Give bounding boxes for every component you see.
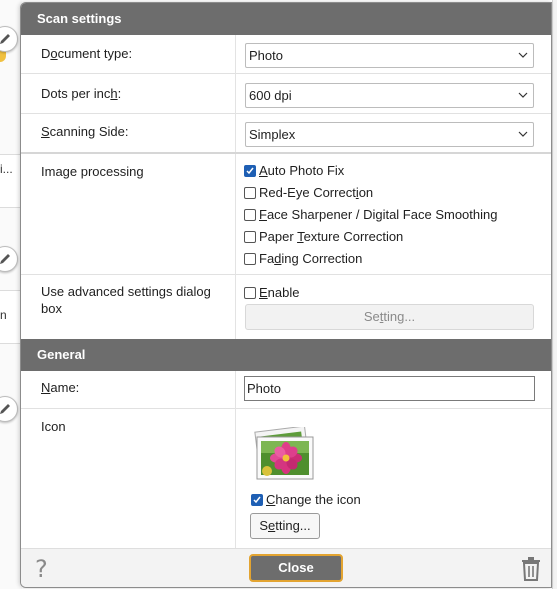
dots-per-inch-value: 600 dpi (249, 88, 292, 103)
scanning-side-label: Scanning Side: (41, 124, 129, 139)
background-pencil-icon[interactable] (0, 396, 18, 422)
document-type-row: Document type: Photo (21, 35, 551, 74)
photo-preview-icon (254, 427, 314, 480)
red-eye-correction-label: Red-Eye Correction (259, 185, 374, 200)
enable-label: Enable (259, 285, 300, 300)
auto-photo-fix-label: Auto Photo Fix (259, 163, 345, 178)
name-label: Name: (41, 380, 80, 395)
dots-per-inch-row: Dots per inch: 600 dpi (21, 74, 551, 114)
dialog-footer: ? Close (21, 548, 551, 587)
scanning-side-value: Simplex (249, 127, 296, 142)
image-processing-row: Image processing Auto Photo Fix Red-Eye … (21, 154, 551, 275)
scan-settings-dialog: Scan settings Document type: Photo Dots … (20, 2, 552, 588)
advanced-setting-button[interactable]: Setting... (245, 304, 534, 330)
scan-settings-header: Scan settings (21, 3, 551, 35)
checkbox-unchecked-icon (244, 253, 256, 265)
fading-correction-label: Fading Correction (259, 251, 363, 266)
general-header: General (21, 339, 551, 371)
scanning-side-select[interactable]: Simplex (245, 122, 534, 147)
document-type-label: Document type: (41, 46, 133, 61)
close-button[interactable]: Close (249, 554, 343, 582)
chevron-down-icon (518, 92, 528, 98)
dots-per-inch-select[interactable]: 600 dpi (245, 83, 534, 108)
background-window-edge (552, 0, 557, 589)
help-icon[interactable]: ? (35, 555, 48, 583)
checkbox-checked-icon (251, 494, 263, 506)
background-text-snippet: n (0, 308, 7, 322)
image-processing-label: Image processing (41, 164, 144, 179)
checkbox-unchecked-icon (244, 287, 256, 299)
checkbox-unchecked-icon (244, 231, 256, 243)
change-icon-label: Change the icon (266, 492, 361, 507)
advanced-settings-label: Use advanced settings dialog box (41, 284, 211, 316)
background-pencil-icon[interactable] (0, 26, 18, 52)
dots-per-inch-label: Dots per inch: (41, 86, 122, 101)
checkbox-unchecked-icon (244, 209, 256, 221)
name-value: Photo (247, 381, 281, 396)
checkbox-checked-icon (244, 165, 256, 177)
chevron-down-icon (518, 131, 528, 137)
face-sharpener-label: Face Sharpener / Digital Face Smoothing (259, 207, 498, 222)
document-type-select[interactable]: Photo (245, 43, 534, 68)
background-window: i... n (0, 0, 22, 589)
name-input[interactable]: Photo (244, 376, 535, 401)
checkbox-unchecked-icon (244, 187, 256, 199)
paper-texture-correction-label: Paper Texture Correction (259, 229, 404, 244)
chevron-down-icon (518, 52, 528, 58)
icon-setting-button[interactable]: Setting... (250, 513, 320, 539)
trash-icon[interactable] (521, 557, 541, 581)
background-pencil-icon[interactable] (0, 246, 18, 272)
scanning-side-row: Scanning Side: Simplex (21, 114, 551, 154)
background-text-snippet: i... (0, 162, 13, 176)
document-type-value: Photo (249, 48, 283, 63)
icon-label: Icon (41, 419, 66, 434)
